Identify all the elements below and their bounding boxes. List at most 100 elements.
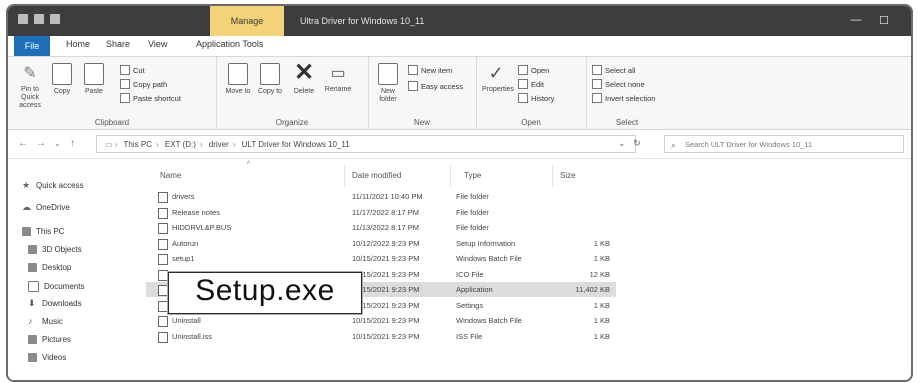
nav-downloads[interactable]: ⬇ Downloads <box>28 299 82 309</box>
column-header-name[interactable]: Name <box>160 171 181 180</box>
column-header-size[interactable]: Size <box>560 171 576 180</box>
new-folder-button[interactable]: New folder <box>374 63 402 104</box>
folder-icon[interactable] <box>18 14 28 24</box>
history-label: History <box>531 93 555 103</box>
tab-file[interactable]: File <box>14 36 50 56</box>
minimize-button[interactable]: — <box>846 14 866 26</box>
breadcrumb-current[interactable]: ULT Driver for Windows 10_11 <box>242 140 350 149</box>
maximize-button[interactable]: ☐ <box>874 14 894 27</box>
breadcrumb-drive[interactable]: EXT (D:) <box>165 140 196 149</box>
column-header-type[interactable]: Type <box>464 171 481 180</box>
nav-music[interactable]: ♪ Music <box>28 317 63 327</box>
table-row[interactable]: Autorun 10/12/2022 9:23 PM Setup Informati… <box>146 236 616 251</box>
open-icon <box>518 65 528 75</box>
new-folder-icon <box>378 63 398 85</box>
paste-shortcut-button[interactable]: Paste shortcut <box>120 93 181 103</box>
breadcrumb[interactable]: ▭ › This PC › EXT (D:) › driver › ULT Drive… <box>96 135 636 153</box>
file-name: HIDDRVL&P.BUS <box>172 223 232 232</box>
select-none-button[interactable]: Select none <box>592 79 645 89</box>
copy-to-button[interactable]: Copy to <box>256 63 284 96</box>
file-date: 10/12/2022 9:23 PM <box>352 238 420 248</box>
pin-icon: ✎ <box>23 65 37 82</box>
breadcrumb-driver[interactable]: driver <box>209 140 229 149</box>
breadcrumb-this-pc[interactable]: This PC <box>124 140 152 149</box>
back-button[interactable]: ← <box>18 138 28 149</box>
manage-context-tab[interactable]: Manage <box>210 6 284 36</box>
new-folder-icon[interactable] <box>50 14 60 24</box>
edit-label: Edit <box>531 79 544 89</box>
tab-view[interactable]: View <box>148 39 167 49</box>
table-row[interactable]: Release notes 11/17/2022 8:17 PM File fold… <box>146 205 616 220</box>
column-divider[interactable] <box>344 165 345 187</box>
up-button[interactable]: ↑ <box>70 138 75 149</box>
tab-share[interactable]: Share <box>106 39 130 49</box>
nav-3d-objects-label: 3D Objects <box>42 245 82 254</box>
file-name: Release notes <box>172 207 220 217</box>
new-group: New folder New item Easy access New <box>368 57 477 129</box>
nav-videos-label: Videos <box>42 353 67 362</box>
paste-button[interactable]: Paste <box>80 63 108 96</box>
select-all-button[interactable]: Select all <box>592 65 635 75</box>
properties-icon[interactable] <box>34 14 44 24</box>
file-date: 10/15/2021 9:23 PM <box>352 316 420 325</box>
file-icon <box>158 331 168 343</box>
edit-icon <box>518 79 528 89</box>
table-row[interactable]: setup1 10/15/2021 9:23 PM Windows Batch Fi… <box>146 251 616 266</box>
quick-access-toolbar <box>18 14 60 24</box>
delete-button[interactable]: ✕ Delete <box>290 61 318 96</box>
forward-button[interactable]: → <box>36 138 46 149</box>
table-row[interactable]: Uninstall 10/15/2021 9:23 PM Windows Batch… <box>146 313 616 328</box>
recent-dropdown-icon[interactable]: ⌄ <box>54 139 61 148</box>
copy-button[interactable]: Copy <box>48 63 76 96</box>
cut-button[interactable]: Cut <box>120 65 145 75</box>
table-row[interactable]: drivers 11/11/2021 10:40 PM File folder <box>146 189 616 204</box>
properties-button[interactable]: ✓ Properties <box>482 63 514 94</box>
move-to-button[interactable]: Move to <box>224 63 252 96</box>
column-header-date[interactable]: Date modified <box>352 171 401 180</box>
chevron-down-icon[interactable]: ⌄ <box>618 138 626 148</box>
refresh-icon[interactable]: ↻ <box>633 138 641 148</box>
rename-button[interactable]: ▭ Rename <box>324 63 352 94</box>
copy-icon <box>52 63 72 85</box>
folder-icon <box>158 223 168 234</box>
navigation-pane: ★ Quick access ☁ OneDrive This PC 3D Objec… <box>8 159 130 380</box>
search-input[interactable]: ⌕ Search ULT Driver for Windows 10_11 <box>664 135 904 153</box>
nav-onedrive[interactable]: ☁ OneDrive <box>22 203 70 213</box>
edit-button[interactable]: Edit <box>518 79 544 89</box>
nav-downloads-label: Downloads <box>42 299 82 308</box>
column-divider[interactable] <box>552 165 553 187</box>
scissors-icon <box>120 65 130 75</box>
easy-access-button[interactable]: Easy access <box>408 81 463 91</box>
select-all-icon <box>592 65 602 75</box>
nav-3d-objects[interactable]: 3D Objects <box>28 245 82 254</box>
new-item-label: New item <box>421 65 453 75</box>
tab-home[interactable]: Home <box>66 39 90 49</box>
table-row[interactable]: HIDDRVL&P.BUS 11/13/2022 8:17 PM File fold… <box>146 220 616 235</box>
open-button[interactable]: Open <box>518 65 549 75</box>
column-divider[interactable] <box>450 165 451 187</box>
breadcrumb-separator: › <box>199 140 203 149</box>
nav-this-pc[interactable]: This PC <box>22 227 64 236</box>
cube-icon <box>28 245 37 254</box>
easy-access-icon <box>408 81 418 91</box>
pin-button[interactable]: ✎ Pin to Quick access <box>16 63 44 110</box>
tab-application-tools[interactable]: Application Tools <box>196 39 263 49</box>
nav-documents[interactable]: Documents <box>28 281 84 292</box>
file-type: Windows Batch File <box>456 316 522 325</box>
copy-path-button[interactable]: Copy path <box>120 79 167 89</box>
open-group: ✓ Properties Open Edit History Open <box>476 57 587 129</box>
invert-selection-button[interactable]: Invert selection <box>592 93 655 103</box>
history-button[interactable]: History <box>518 93 554 103</box>
nav-desktop[interactable]: Desktop <box>28 263 71 272</box>
nav-videos[interactable]: Videos <box>28 353 66 362</box>
copy-label: Copy <box>53 88 71 95</box>
table-row[interactable]: Uninstall.iss 10/15/2021 9:23 PM ISS File 1… <box>146 329 616 344</box>
select-all-label: Select all <box>605 65 636 75</box>
paste-label: Paste <box>85 88 103 95</box>
nav-pictures[interactable]: Pictures <box>28 335 71 344</box>
star-icon: ★ <box>22 180 31 190</box>
select-none-label: Select none <box>605 79 645 89</box>
file-type: File folder <box>456 223 489 232</box>
new-item-button[interactable]: New item <box>408 65 452 75</box>
nav-quick-access[interactable]: ★ Quick access <box>22 180 84 191</box>
